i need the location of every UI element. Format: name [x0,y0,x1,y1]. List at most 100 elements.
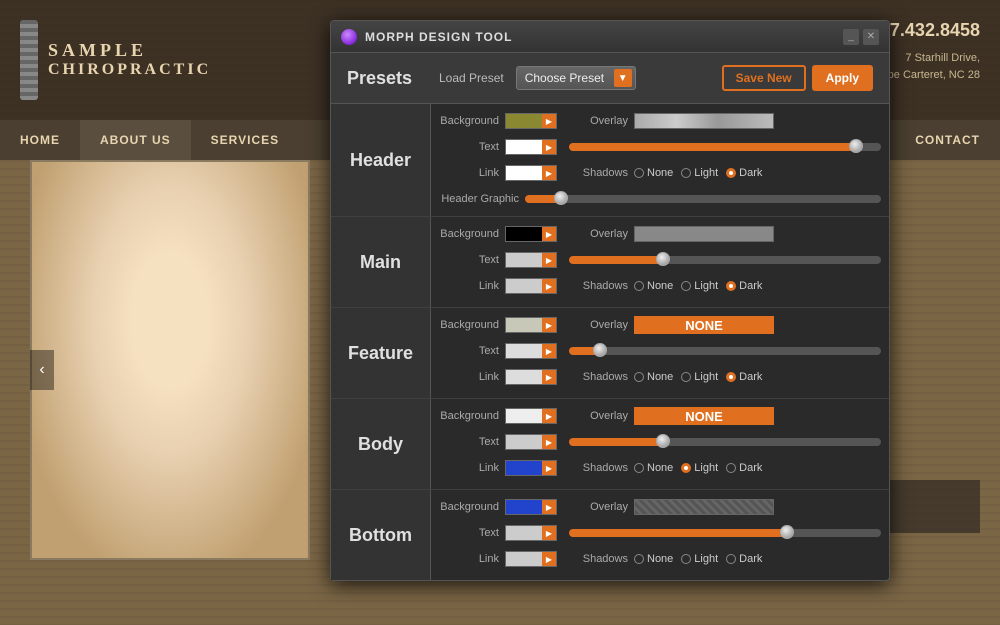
bottom-shadow-dark[interactable]: Dark [726,553,762,565]
body-bg-arrow-icon: ▶ [542,409,556,423]
body-text-slider[interactable] [569,438,881,446]
header-text-thumb[interactable] [849,139,863,153]
header-overlay-swatch[interactable] [634,113,774,129]
header-bg-swatch[interactable]: ▶ [505,113,557,129]
sections-container: Header Background ▶ Overlay Text [331,104,889,580]
titlebar-left: MORPH DESIGN TOOL [341,29,512,45]
bottom-text-thumb[interactable] [780,525,794,539]
main-shadows-label: Shadows [573,280,628,292]
feature-text-slider[interactable] [569,347,881,355]
nav-home[interactable]: HOME [0,120,80,160]
header-text-row: Text ▶ [439,136,881,158]
feature-link-arrow-icon: ▶ [542,370,556,384]
header-shadow-none[interactable]: None [634,167,673,179]
header-link-label: Link [439,167,499,179]
feature-bg-label: Background [439,319,499,331]
header-graphic-thumb[interactable] [554,191,568,205]
body-overlay-none-button[interactable]: NONE [634,407,774,425]
close-button[interactable]: ✕ [863,29,879,45]
main-section: Main Background ▶ Overlay Text ▶ [331,217,889,308]
preset-select-wrapper: Choose Preset ▼ [516,66,636,90]
feature-text-thumb[interactable] [593,343,607,357]
feature-overlay-none-button[interactable]: NONE [634,316,774,334]
body-section-label: Body [331,399,431,489]
header-link-swatch[interactable]: ▶ [505,165,557,181]
apply-button[interactable]: Apply [812,65,873,91]
nav-about[interactable]: ABOUT US [80,120,191,160]
spine-graphic [20,20,38,100]
body-shadow-none[interactable]: None [634,462,673,474]
feature-text-swatch[interactable]: ▶ [505,343,557,359]
main-link-arrow-icon: ▶ [542,279,556,293]
feature-shadow-none[interactable]: None [634,371,673,383]
body-link-swatch[interactable]: ▶ [505,460,557,476]
main-shadow-dark[interactable]: Dark [726,280,762,292]
bottom-overlay-pattern[interactable] [634,499,774,515]
header-text-slider[interactable] [569,143,881,151]
site-photo-content [32,162,308,558]
main-text-slider[interactable] [569,256,881,264]
body-text-arrow-icon: ▶ [542,435,556,449]
feature-bg-arrow-icon: ▶ [542,318,556,332]
header-text-swatch[interactable]: ▶ [505,139,557,155]
bottom-link-shadows-row: Link ▶ Shadows None Light [439,548,881,570]
bottom-shadows-label: Shadows [573,553,628,565]
nav-services[interactable]: SERVICES [191,120,299,160]
preset-select[interactable]: Choose Preset [516,66,636,90]
header-shadows-radio: None Light Dark [634,167,762,179]
main-shadow-light[interactable]: Light [681,280,718,292]
main-shadows-radio: None Light Dark [634,280,762,292]
header-shadow-dark[interactable]: Dark [726,167,762,179]
feature-controls: Background ▶ Overlay NONE Text ▶ [431,308,889,398]
body-section: Body Background ▶ Overlay NONE Text ▶ [331,399,889,490]
nav-contact[interactable]: CONTACT [895,120,1000,160]
body-bg-swatch[interactable]: ▶ [505,408,557,424]
bottom-overlay-label: Overlay [583,501,628,513]
feature-shadow-none-dot [634,372,644,382]
bottom-shadow-light[interactable]: Light [681,553,718,565]
body-shadow-light[interactable]: Light [681,462,718,474]
morph-titlebar: MORPH DESIGN TOOL _ ✕ [331,21,889,53]
feature-shadow-dark[interactable]: Dark [726,371,762,383]
header-link-shadows-row: Link ▶ Shadows None Light [439,162,881,184]
body-text-swatch[interactable]: ▶ [505,434,557,450]
bottom-shadows-radio: None Light Dark [634,553,762,565]
body-bg-row: Background ▶ Overlay NONE [439,405,881,427]
body-shadow-dark[interactable]: Dark [726,462,762,474]
bottom-bg-swatch[interactable]: ▶ [505,499,557,515]
header-shadow-light[interactable]: Light [681,167,718,179]
carousel-prev-button[interactable]: ‹ [30,350,54,390]
action-buttons: Save New Apply [722,65,873,91]
presets-row: Presets Load Preset Choose Preset ▼ Save… [331,53,889,104]
bottom-shadow-none[interactable]: None [634,553,673,565]
feature-bg-swatch[interactable]: ▶ [505,317,557,333]
minimize-button[interactable]: _ [843,29,859,45]
main-link-swatch[interactable]: ▶ [505,278,557,294]
feature-shadows-radio: None Light Dark [634,371,762,383]
bottom-section: Bottom Background ▶ Overlay Text ▶ [331,490,889,580]
bottom-text-label: Text [439,527,499,539]
body-shadows-radio: None Light Dark [634,462,762,474]
bottom-bg-arrow-icon: ▶ [542,500,556,514]
morph-title: MORPH DESIGN TOOL [365,30,512,44]
bottom-text-slider[interactable] [569,529,881,537]
feature-link-swatch[interactable]: ▶ [505,369,557,385]
header-graphic-slider[interactable] [525,195,881,203]
header-shadow-none-dot [634,168,644,178]
main-link-label: Link [439,280,499,292]
bottom-link-swatch[interactable]: ▶ [505,551,557,567]
main-shadow-none[interactable]: None [634,280,673,292]
bottom-text-swatch[interactable]: ▶ [505,525,557,541]
main-text-thumb[interactable] [656,252,670,266]
header-link-arrow-icon: ▶ [542,166,556,180]
feature-shadow-light[interactable]: Light [681,371,718,383]
header-graphic-label: Header Graphic [439,193,519,205]
bottom-link-label: Link [439,553,499,565]
save-new-button[interactable]: Save New [722,65,806,91]
main-overlay-swatch[interactable] [634,226,774,242]
main-text-swatch[interactable]: ▶ [505,252,557,268]
body-text-thumb[interactable] [656,434,670,448]
body-shadow-dark-dot [726,463,736,473]
main-bg-swatch[interactable]: ▶ [505,226,557,242]
feature-link-label: Link [439,371,499,383]
